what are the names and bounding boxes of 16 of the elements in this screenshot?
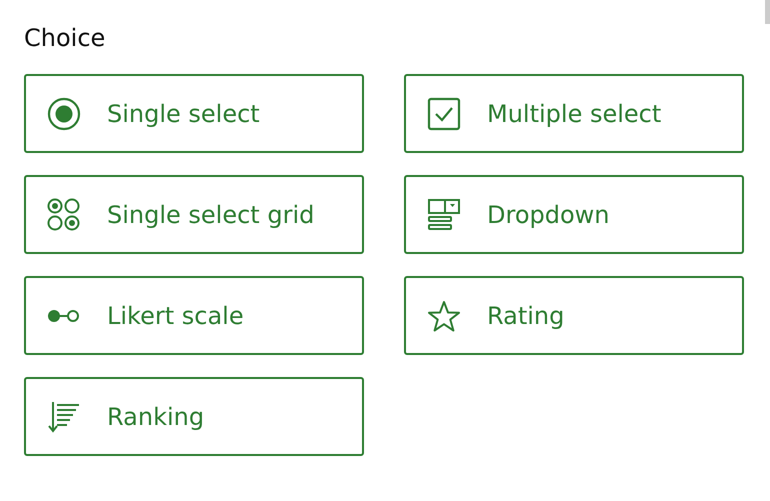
checkbox-icon bbox=[427, 96, 461, 130]
dropdown-icon bbox=[427, 198, 461, 232]
question-type-button[interactable]: Likert scale bbox=[24, 276, 364, 355]
scrollbar[interactable] bbox=[765, 0, 770, 24]
question-type-button[interactable]: Single select bbox=[24, 74, 364, 153]
likert-icon bbox=[47, 308, 81, 322]
radio-icon bbox=[47, 96, 81, 130]
question-type-button[interactable]: Dropdown bbox=[404, 175, 744, 254]
question-type-button[interactable]: Multiple select bbox=[404, 74, 744, 153]
question-type-button[interactable]: Rating bbox=[404, 276, 744, 355]
star-icon bbox=[427, 300, 461, 332]
question-type-button[interactable]: Single select grid bbox=[24, 175, 364, 254]
radio-grid-icon bbox=[47, 198, 81, 232]
section-title: Choice bbox=[24, 26, 106, 50]
sort-icon bbox=[47, 400, 81, 434]
question-type-button[interactable]: Ranking bbox=[24, 377, 364, 456]
